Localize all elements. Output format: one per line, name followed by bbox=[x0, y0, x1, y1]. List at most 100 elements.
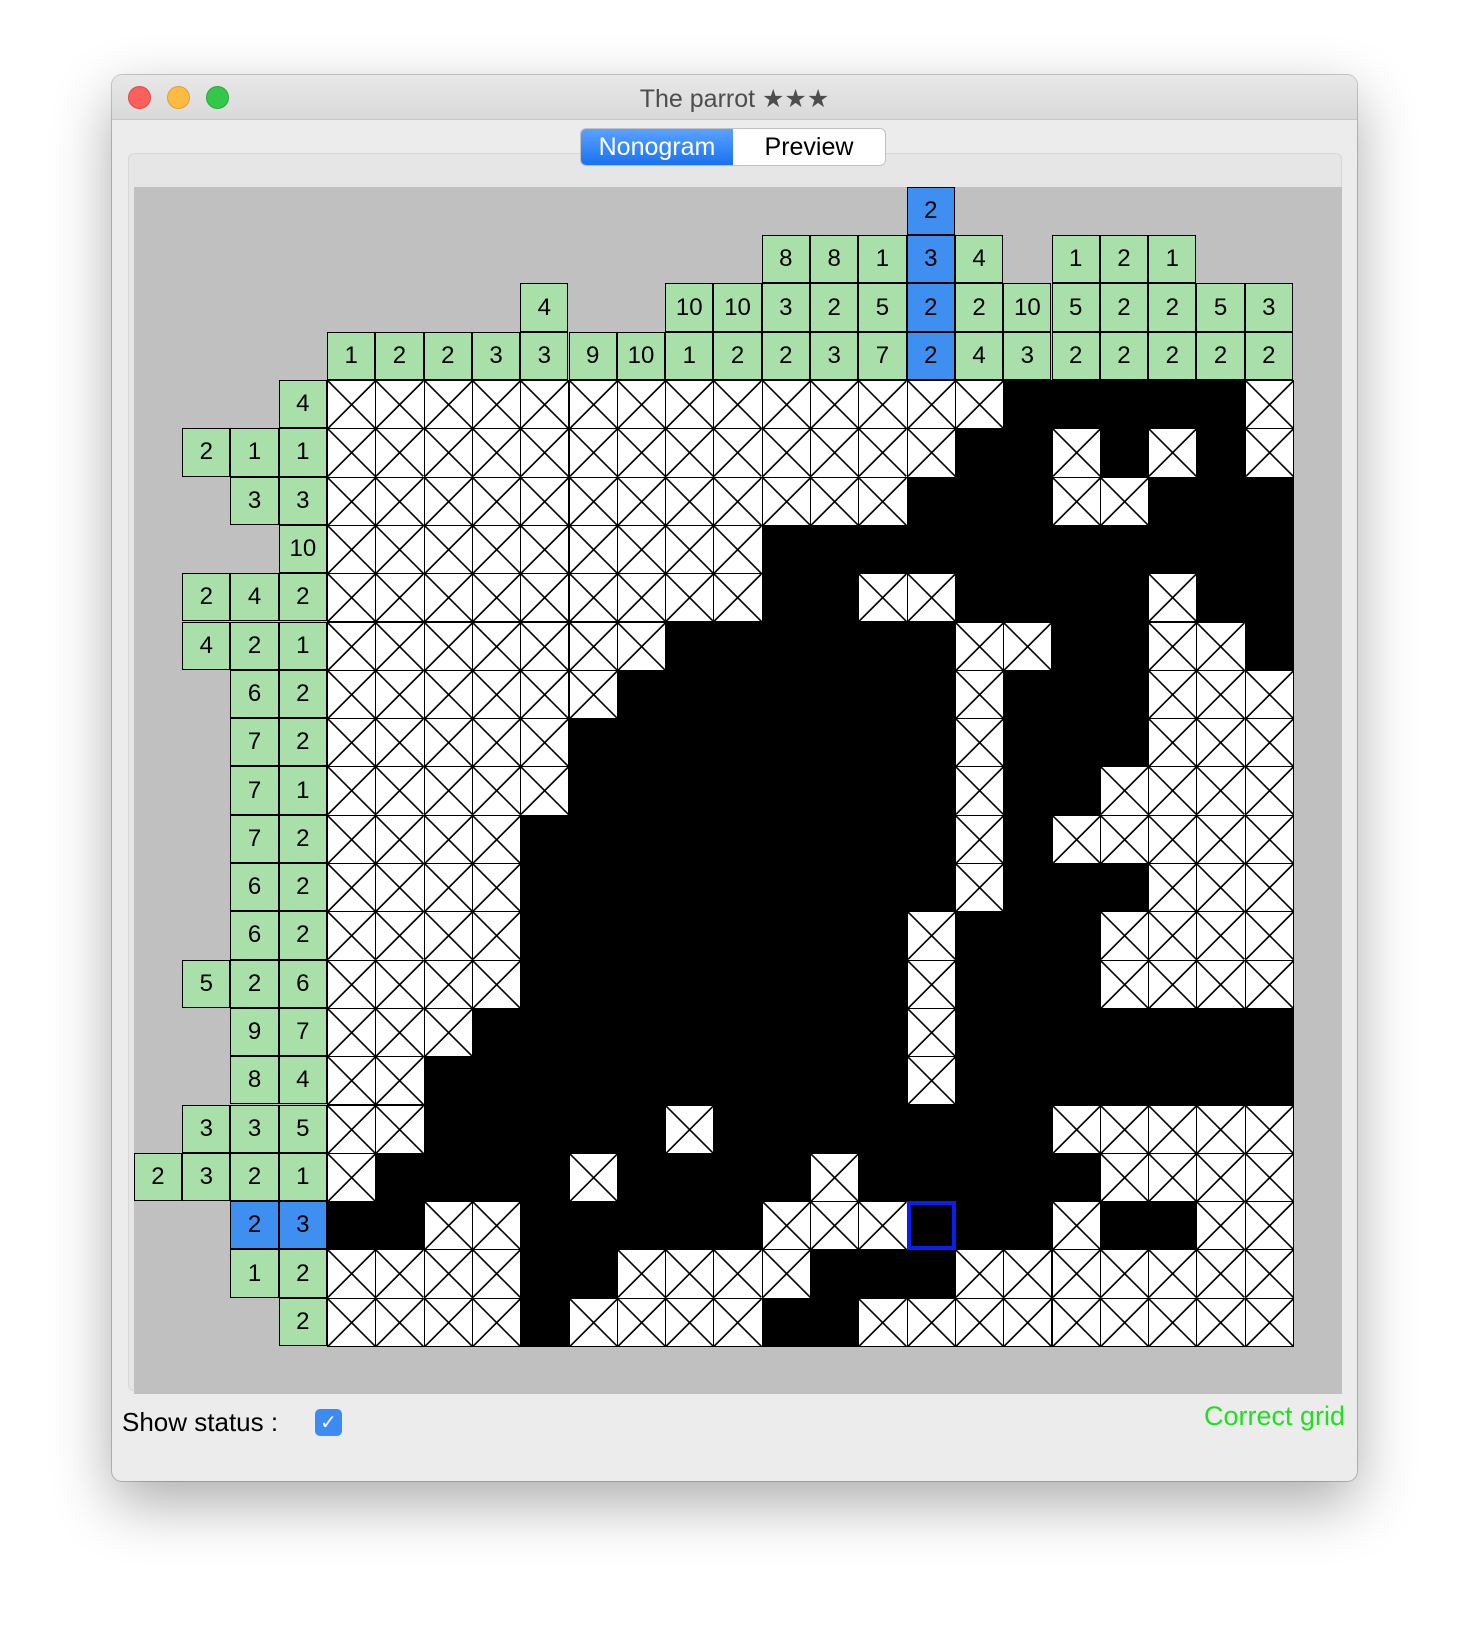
crossed-cell[interactable] bbox=[858, 380, 908, 430]
crossed-cell[interactable] bbox=[954, 814, 1005, 864]
filled-cell[interactable] bbox=[568, 1007, 618, 1058]
crossed-cell[interactable] bbox=[471, 573, 522, 623]
crossed-cell[interactable] bbox=[713, 476, 763, 526]
filled-cell[interactable] bbox=[906, 476, 956, 526]
filled-cell[interactable] bbox=[520, 959, 570, 1009]
filled-cell[interactable] bbox=[520, 863, 570, 913]
crossed-cell[interactable] bbox=[375, 428, 425, 478]
crossed-cell[interactable] bbox=[327, 814, 377, 864]
crossed-cell[interactable] bbox=[1099, 476, 1150, 526]
filled-cell[interactable] bbox=[810, 766, 860, 816]
filled-cell[interactable] bbox=[954, 1104, 1005, 1154]
filled-cell[interactable] bbox=[423, 1152, 473, 1203]
crossed-cell[interactable] bbox=[423, 621, 473, 671]
crossed-cell[interactable] bbox=[327, 669, 377, 720]
filled-cell[interactable] bbox=[1051, 766, 1101, 816]
crossed-cell[interactable] bbox=[375, 524, 425, 575]
filled-cell[interactable] bbox=[1003, 476, 1053, 526]
crossed-cell[interactable] bbox=[954, 669, 1005, 720]
filled-cell[interactable] bbox=[1003, 1007, 1053, 1058]
filled-cell[interactable] bbox=[858, 1249, 908, 1299]
crossed-cell[interactable] bbox=[1099, 1152, 1150, 1203]
crossed-cell[interactable] bbox=[471, 1201, 522, 1251]
crossed-cell[interactable] bbox=[1196, 1249, 1246, 1299]
filled-cell[interactable] bbox=[858, 766, 908, 816]
crossed-cell[interactable] bbox=[1099, 1104, 1150, 1154]
filled-cell[interactable] bbox=[1148, 1201, 1198, 1251]
filled-cell[interactable] bbox=[761, 959, 811, 1009]
filled-cell[interactable] bbox=[616, 1201, 667, 1251]
filled-cell[interactable] bbox=[1003, 524, 1053, 575]
filled-cell[interactable] bbox=[810, 1297, 860, 1347]
crossed-cell[interactable] bbox=[713, 524, 763, 575]
crossed-cell[interactable] bbox=[616, 380, 667, 430]
crossed-cell[interactable] bbox=[858, 1201, 908, 1251]
crossed-cell[interactable] bbox=[1196, 1201, 1246, 1251]
filled-cell[interactable] bbox=[471, 1152, 522, 1203]
crossed-cell[interactable] bbox=[520, 428, 570, 478]
filled-cell[interactable] bbox=[906, 524, 956, 575]
crossed-cell[interactable] bbox=[810, 380, 860, 430]
filled-cell[interactable] bbox=[616, 863, 667, 913]
crossed-cell[interactable] bbox=[1051, 428, 1101, 478]
filled-cell[interactable] bbox=[520, 1152, 570, 1203]
filled-cell[interactable] bbox=[520, 1297, 570, 1347]
crossed-cell[interactable] bbox=[423, 1201, 473, 1251]
filled-cell[interactable] bbox=[810, 959, 860, 1009]
crossed-cell[interactable] bbox=[471, 428, 522, 478]
filled-cell[interactable] bbox=[327, 1201, 377, 1251]
crossed-cell[interactable] bbox=[327, 621, 377, 671]
filled-cell[interactable] bbox=[616, 766, 667, 816]
filled-cell[interactable] bbox=[1099, 1201, 1150, 1251]
crossed-cell[interactable] bbox=[471, 380, 522, 430]
crossed-cell[interactable] bbox=[1148, 959, 1198, 1009]
filled-cell[interactable] bbox=[568, 814, 618, 864]
crossed-cell[interactable] bbox=[471, 718, 522, 768]
crossed-cell[interactable] bbox=[713, 1297, 763, 1347]
filled-cell[interactable] bbox=[1196, 1056, 1246, 1106]
crossed-cell[interactable] bbox=[616, 524, 667, 575]
filled-cell[interactable] bbox=[858, 911, 908, 961]
crossed-cell[interactable] bbox=[1148, 669, 1198, 720]
filled-cell[interactable] bbox=[665, 669, 715, 720]
crossed-cell[interactable] bbox=[954, 1249, 1005, 1299]
crossed-cell[interactable] bbox=[1244, 911, 1294, 961]
crossed-cell[interactable] bbox=[1099, 766, 1150, 816]
filled-cell[interactable] bbox=[568, 1056, 618, 1106]
filled-cell[interactable] bbox=[1196, 1007, 1246, 1058]
crossed-cell[interactable] bbox=[327, 718, 377, 768]
crossed-cell[interactable] bbox=[810, 476, 860, 526]
filled-cell[interactable] bbox=[471, 1007, 522, 1058]
crossed-cell[interactable] bbox=[1051, 1297, 1101, 1347]
crossed-cell[interactable] bbox=[1196, 621, 1246, 671]
filled-cell[interactable] bbox=[906, 814, 956, 864]
filled-cell[interactable] bbox=[906, 669, 956, 720]
filled-cell[interactable] bbox=[810, 814, 860, 864]
crossed-cell[interactable] bbox=[471, 1249, 522, 1299]
crossed-cell[interactable] bbox=[1003, 621, 1053, 671]
filled-cell[interactable] bbox=[1051, 380, 1101, 430]
crossed-cell[interactable] bbox=[761, 428, 811, 478]
crossed-cell[interactable] bbox=[1051, 1201, 1101, 1251]
filled-cell[interactable] bbox=[568, 1104, 618, 1154]
crossed-cell[interactable] bbox=[1148, 863, 1198, 913]
crossed-cell[interactable] bbox=[423, 911, 473, 961]
crossed-cell[interactable] bbox=[665, 1249, 715, 1299]
crossed-cell[interactable] bbox=[520, 669, 570, 720]
filled-cell[interactable] bbox=[858, 1104, 908, 1154]
filled-cell[interactable] bbox=[810, 621, 860, 671]
crossed-cell[interactable] bbox=[1148, 428, 1198, 478]
filled-cell[interactable] bbox=[954, 1201, 1005, 1251]
crossed-cell[interactable] bbox=[471, 476, 522, 526]
crossed-cell[interactable] bbox=[375, 621, 425, 671]
crossed-cell[interactable] bbox=[1244, 1249, 1294, 1299]
filled-cell[interactable] bbox=[761, 669, 811, 720]
filled-cell[interactable] bbox=[810, 1007, 860, 1058]
crossed-cell[interactable] bbox=[1244, 1201, 1294, 1251]
crossed-cell[interactable] bbox=[906, 1056, 956, 1106]
filled-cell[interactable] bbox=[810, 669, 860, 720]
crossed-cell[interactable] bbox=[906, 380, 956, 430]
crossed-cell[interactable] bbox=[616, 476, 667, 526]
crossed-cell[interactable] bbox=[1244, 380, 1294, 430]
crossed-cell[interactable] bbox=[423, 1007, 473, 1058]
